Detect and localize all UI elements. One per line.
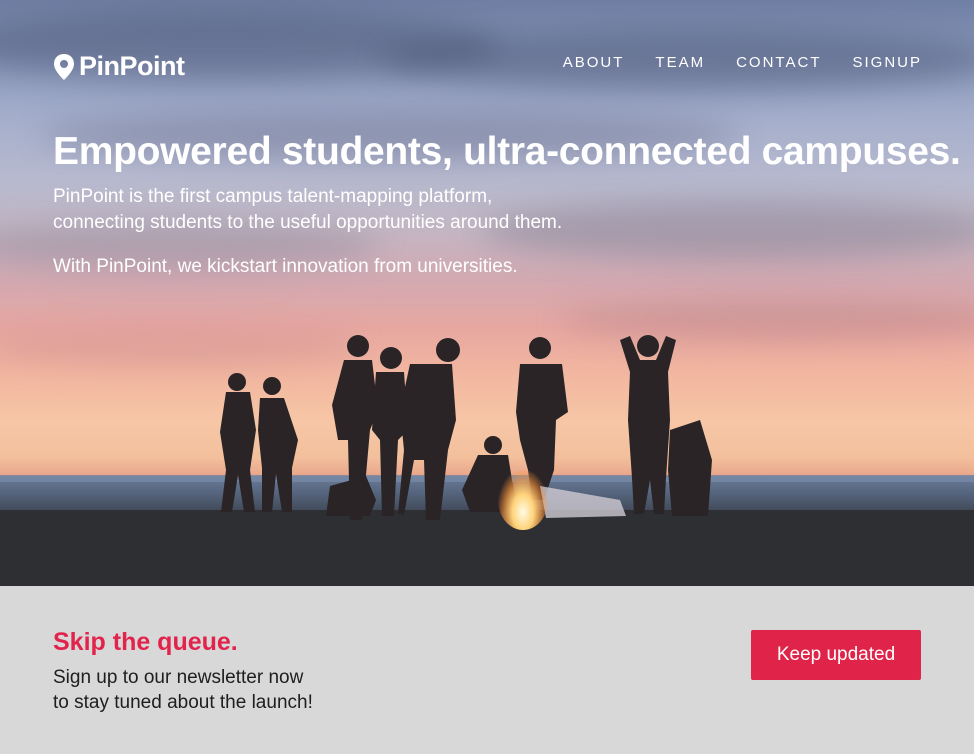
blanket [540, 486, 626, 518]
nav-about-link[interactable]: ABOUT [563, 54, 625, 71]
newsletter-description-line-2: to stay tuned about the launch! [53, 692, 313, 713]
keep-updated-button[interactable]: Keep updated [751, 630, 921, 680]
hero-copy: Empowered students, ultra-connected camp… [53, 130, 961, 280]
map-pin-icon [54, 53, 74, 80]
newsletter-description-line-1: Sign up to our newsletter now [53, 667, 304, 688]
hero-description: PinPoint is the first campus talent-mapp… [53, 184, 961, 236]
newsletter-title: Skip the queue. [53, 628, 238, 656]
newsletter-description: Sign up to our newsletter now to stay tu… [53, 665, 373, 715]
main-menu: ABOUT TEAM CONTACT SIGNUP [563, 54, 922, 71]
hero-tagline: With PinPoint, we kickstart innovation f… [53, 256, 518, 277]
nav-team-link[interactable]: TEAM [655, 54, 705, 71]
nav-signup-link[interactable]: SIGNUP [852, 54, 922, 71]
hero-description-line-2: connecting students to the useful opport… [53, 212, 563, 233]
brand-name: PinPoint [79, 51, 185, 81]
hero-section: PinPoint ABOUT TEAM CONTACT SIGNUP Empow… [0, 0, 974, 586]
campfire [498, 470, 548, 530]
people-group [220, 335, 712, 520]
hero-description-line-1: PinPoint is the first campus talent-mapp… [53, 186, 493, 207]
hero-headline: Empowered students, ultra-connected camp… [53, 130, 961, 173]
nav-contact-link[interactable]: CONTACT [736, 54, 821, 71]
top-nav: PinPoint ABOUT TEAM CONTACT SIGNUP [0, 0, 974, 120]
logo[interactable]: PinPoint [53, 51, 185, 82]
